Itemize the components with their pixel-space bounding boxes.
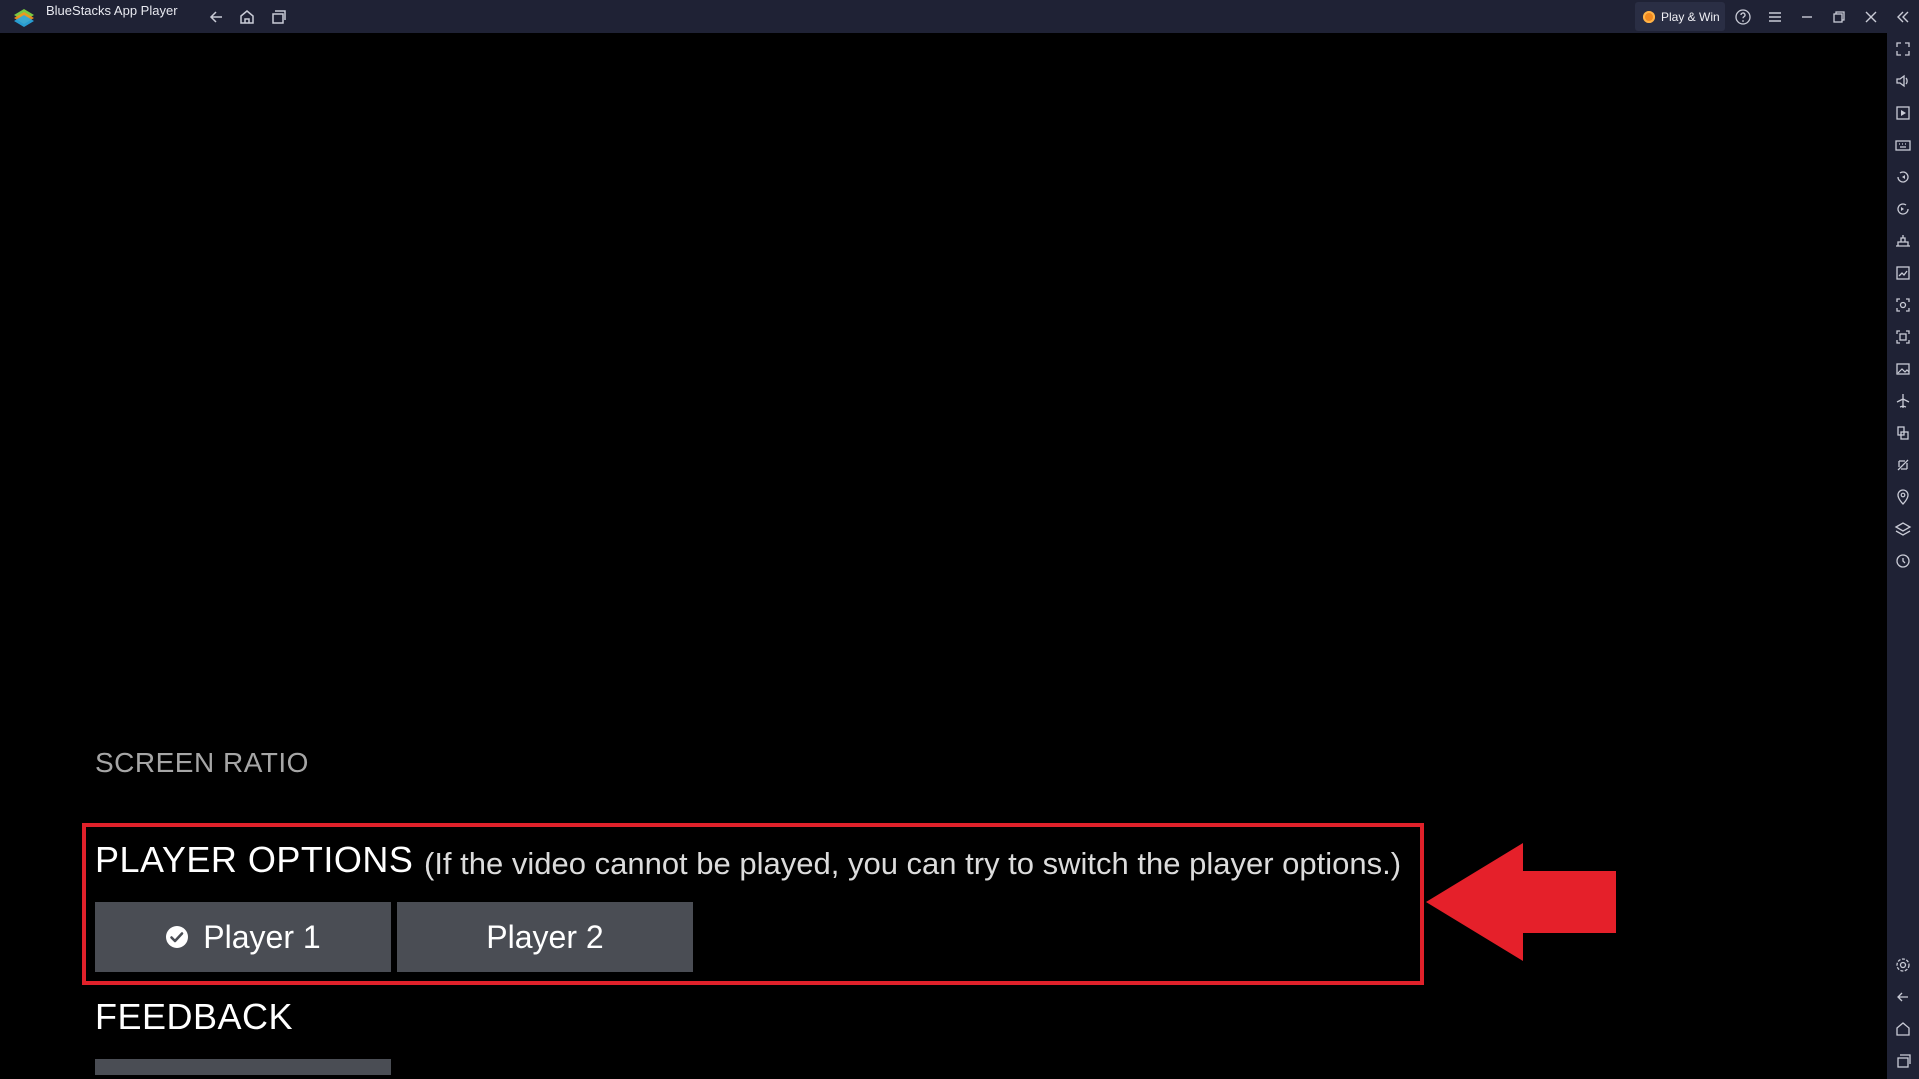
screen-ratio-heading[interactable]: SCREEN RATIO <box>95 747 309 779</box>
rotate-right-icon[interactable] <box>1893 199 1913 219</box>
macro-icon[interactable] <box>1893 231 1913 251</box>
title-bar: BlueStacks App Player Play & Win <box>0 0 1919 33</box>
rotate-left-icon[interactable] <box>1893 167 1913 187</box>
layers-icon[interactable] <box>1893 519 1913 539</box>
check-circle-icon <box>166 926 189 948</box>
media-manager-icon[interactable] <box>1893 103 1913 123</box>
multi-instance-icon[interactable] <box>1893 423 1913 443</box>
volume-icon[interactable] <box>1893 71 1913 91</box>
home-icon[interactable] <box>1893 1019 1913 1039</box>
play-and-win-label: Play & Win <box>1661 9 1720 24</box>
fullscreen-icon[interactable] <box>1893 39 1913 59</box>
player-2-button[interactable]: Player 2 <box>397 902 693 972</box>
right-sidebar <box>1887 33 1919 1079</box>
airplane-icon[interactable] <box>1893 391 1913 411</box>
sync-icon[interactable] <box>1893 551 1913 571</box>
eco-mode-icon[interactable] <box>1893 455 1913 475</box>
play-and-win-button[interactable]: Play & Win <box>1635 2 1725 31</box>
minimize-icon[interactable] <box>1797 7 1817 27</box>
bluestacks-window: BlueStacks App Player Play & Win SCREEN … <box>0 0 1919 1079</box>
red-arrow-icon <box>1426 843 1616 961</box>
player-1-label: Player 1 <box>203 918 321 955</box>
bluestacks-logo-icon <box>12 6 36 28</box>
feedback-button[interactable] <box>95 1059 391 1075</box>
performance-icon[interactable] <box>1893 263 1913 283</box>
help-icon[interactable] <box>1733 7 1753 27</box>
recent-icon[interactable] <box>1893 1051 1913 1071</box>
location-icon[interactable] <box>1893 487 1913 507</box>
record-icon[interactable] <box>1893 327 1913 347</box>
restore-icon[interactable] <box>1829 7 1849 27</box>
coin-icon <box>1643 10 1655 23</box>
screenshot-icon[interactable] <box>1893 295 1913 315</box>
window-title: BlueStacks App Player <box>46 3 178 18</box>
close-icon[interactable] <box>1861 7 1881 27</box>
home-icon[interactable] <box>237 7 257 27</box>
back-icon[interactable] <box>1893 987 1913 1007</box>
player-options-hint: (If the video cannot be played, you can … <box>424 846 1402 881</box>
back-arrow-icon[interactable] <box>207 7 227 27</box>
player-2-label: Player 2 <box>486 918 604 955</box>
settings-icon[interactable] <box>1893 955 1913 975</box>
feedback-heading: FEEDBACK <box>95 996 294 1037</box>
keyboard-icon[interactable] <box>1893 135 1913 155</box>
recent-apps-icon[interactable] <box>268 7 288 27</box>
collapse-sidebar-icon[interactable] <box>1893 7 1913 27</box>
gallery-icon[interactable] <box>1893 359 1913 379</box>
menu-icon[interactable] <box>1765 7 1785 27</box>
player-options-heading: PLAYER OPTIONS <box>95 839 414 880</box>
player-1-button[interactable]: Player 1 <box>95 902 391 972</box>
